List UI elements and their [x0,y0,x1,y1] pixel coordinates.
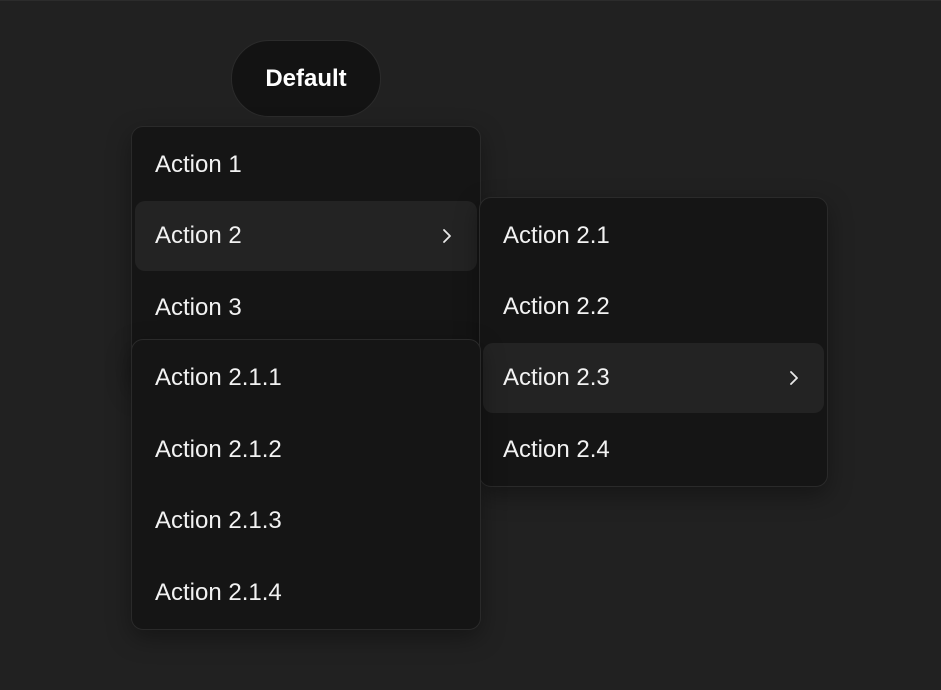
submenu-level-3: Action 2.1.1 Action 2.1.2 Action 2.1.3 A… [131,339,481,630]
menu-item-action-2-1[interactable]: Action 2.1 [483,201,824,271]
menu-item-action-2-3[interactable]: Action 2.3 [483,343,824,413]
menu-item-action-2-2[interactable]: Action 2.2 [483,272,824,342]
chevron-right-icon [441,227,453,245]
submenu-level-2: Action 2.1 Action 2.2 Action 2.3 Action … [479,197,828,487]
menu-item-action-2-1-3[interactable]: Action 2.1.3 [135,486,477,556]
menu-item-label: Action 2.4 [503,436,610,463]
menu-item-label: Action 2.1 [503,222,610,249]
default-trigger-button[interactable]: Default [231,40,381,117]
menu-item-label: Action 2 [155,222,242,249]
menu-item-label: Action 2.1.2 [155,436,282,463]
menu-item-action-2-4[interactable]: Action 2.4 [483,415,824,485]
trigger-label: Default [265,64,347,92]
menu-item-action-2-1-2[interactable]: Action 2.1.2 [135,415,477,485]
menu-item-action-2[interactable]: Action 2 [135,201,477,271]
menu-item-label: Action 2.2 [503,293,610,320]
menu-item-label: Action 1 [155,151,242,178]
menu-item-action-3[interactable]: Action 3 [135,273,477,343]
menu-item-action-2-1-1[interactable]: Action 2.1.1 [135,343,477,413]
menu-item-label: Action 2.3 [503,364,610,391]
menu-item-label: Action 2.1.4 [155,579,282,606]
window-top-edge [0,0,941,1]
menu-item-action-1[interactable]: Action 1 [135,130,477,200]
menu-item-label: Action 3 [155,294,242,321]
menu-item-action-2-1-4[interactable]: Action 2.1.4 [135,558,477,628]
menu-item-label: Action 2.1.3 [155,507,282,534]
menu-item-label: Action 2.1.1 [155,364,282,391]
chevron-right-icon [788,369,800,387]
